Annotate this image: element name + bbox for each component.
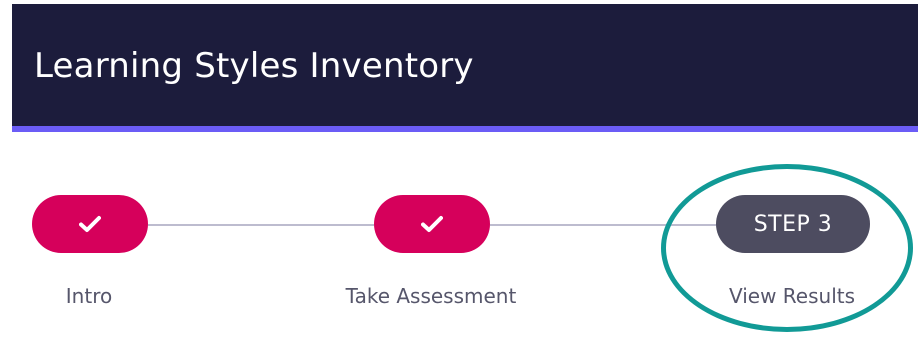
check-icon <box>79 215 101 233</box>
step-3-label: View Results <box>728 284 856 308</box>
check-icon <box>421 215 443 233</box>
step-1-indicator[interactable] <box>32 195 148 253</box>
step-connector-1 <box>148 224 374 226</box>
step-3-indicator[interactable]: STEP 3 <box>716 195 870 253</box>
step-3-pill-text: STEP 3 <box>753 211 833 237</box>
step-connector-2 <box>490 224 716 226</box>
step-1-label: Intro <box>65 284 113 308</box>
step-2-indicator[interactable] <box>374 195 490 253</box>
step-2-label: Take Assessment <box>345 284 517 308</box>
progress-stepper: Intro Take Assessment STEP 3 View Result… <box>0 0 918 337</box>
page: Learning Styles Inventory Intro Take Ass… <box>0 0 918 337</box>
